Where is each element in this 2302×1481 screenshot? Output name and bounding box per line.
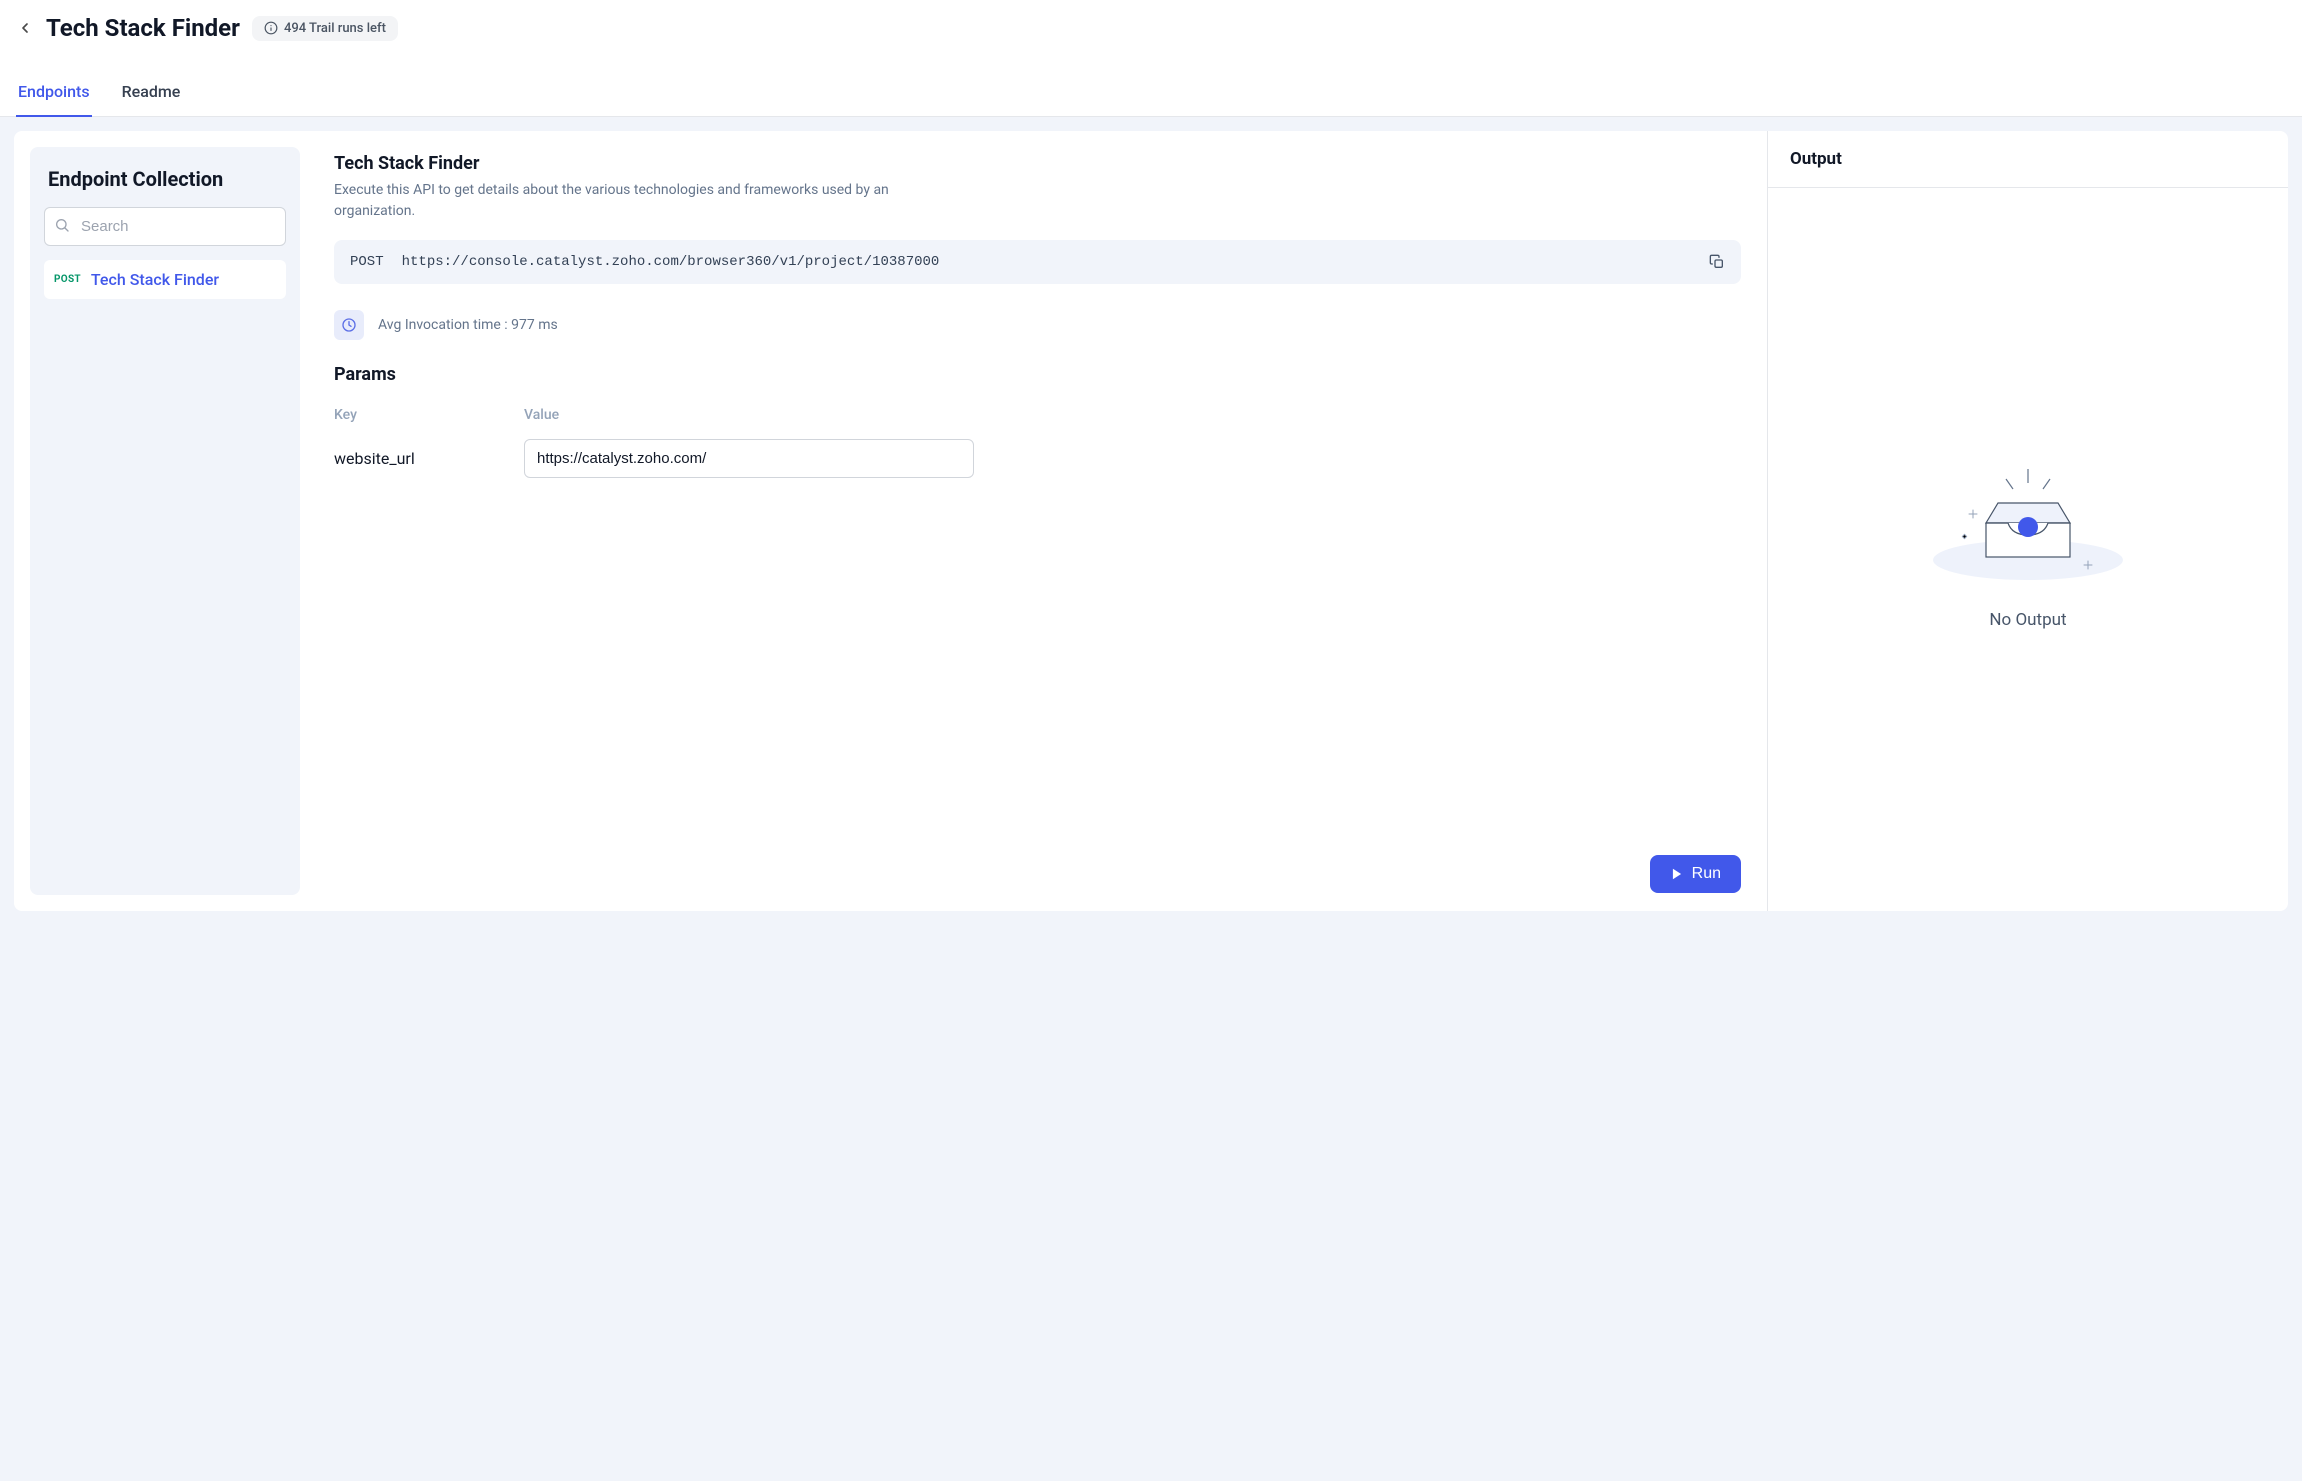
- back-button[interactable]: [16, 19, 34, 37]
- clock-icon: [334, 310, 364, 340]
- tabs: Endpoints Readme: [0, 70, 2302, 117]
- sidebar-item-tech-stack-finder[interactable]: POST Tech Stack Finder: [44, 260, 286, 299]
- search-input[interactable]: [44, 207, 286, 246]
- info-icon: [264, 21, 278, 35]
- params-header-key: Key: [334, 407, 524, 423]
- page-header: Tech Stack Finder 494 Trail runs left: [0, 0, 2302, 50]
- output-body: No Output: [1768, 188, 2288, 911]
- avg-invocation-text: Avg Invocation time : 977 ms: [378, 317, 558, 333]
- avg-invocation-row: Avg Invocation time : 977 ms: [334, 310, 1741, 340]
- sidebar: Endpoint Collection POST Tech Stack Find…: [30, 147, 300, 895]
- params-header: Key Value: [334, 407, 1741, 423]
- no-output-text: No Output: [1989, 610, 2066, 630]
- request-method: POST: [350, 254, 384, 270]
- page-title: Tech Stack Finder: [46, 14, 240, 42]
- trial-runs-badge: 494 Trail runs left: [252, 16, 398, 41]
- output-title: Output: [1768, 131, 2288, 188]
- output-panel: Output: [1768, 131, 2288, 911]
- endpoint-description: Execute this API to get details about th…: [334, 180, 894, 222]
- sidebar-title: Endpoint Collection: [44, 167, 286, 191]
- params-title: Params: [334, 364, 1741, 385]
- search-box: [44, 207, 286, 246]
- run-button[interactable]: Run: [1650, 855, 1741, 893]
- copy-button[interactable]: [1709, 254, 1725, 270]
- run-button-label: Run: [1692, 865, 1721, 883]
- method-badge: POST: [54, 274, 81, 285]
- copy-icon: [1709, 254, 1725, 270]
- sidebar-item-label: Tech Stack Finder: [91, 270, 219, 289]
- param-value-input[interactable]: [524, 439, 974, 478]
- endpoint-title: Tech Stack Finder: [334, 153, 1741, 174]
- param-key: website_url: [334, 449, 524, 468]
- request-url: https://console.catalyst.zoho.com/browse…: [402, 254, 940, 270]
- empty-output-illustration: [1928, 470, 2128, 580]
- param-row: website_url: [334, 439, 1741, 478]
- request-url-box: POST https://console.catalyst.zoho.com/b…: [334, 240, 1741, 284]
- tab-endpoints[interactable]: Endpoints: [16, 70, 92, 117]
- search-icon: [54, 217, 70, 237]
- main-panel: Tech Stack Finder Execute this API to ge…: [316, 131, 1768, 911]
- play-icon: [1670, 867, 1684, 881]
- chevron-left-icon: [17, 20, 33, 36]
- trial-runs-text: 494 Trail runs left: [284, 21, 386, 36]
- params-header-value: Value: [524, 407, 1741, 423]
- tab-readme[interactable]: Readme: [120, 70, 183, 117]
